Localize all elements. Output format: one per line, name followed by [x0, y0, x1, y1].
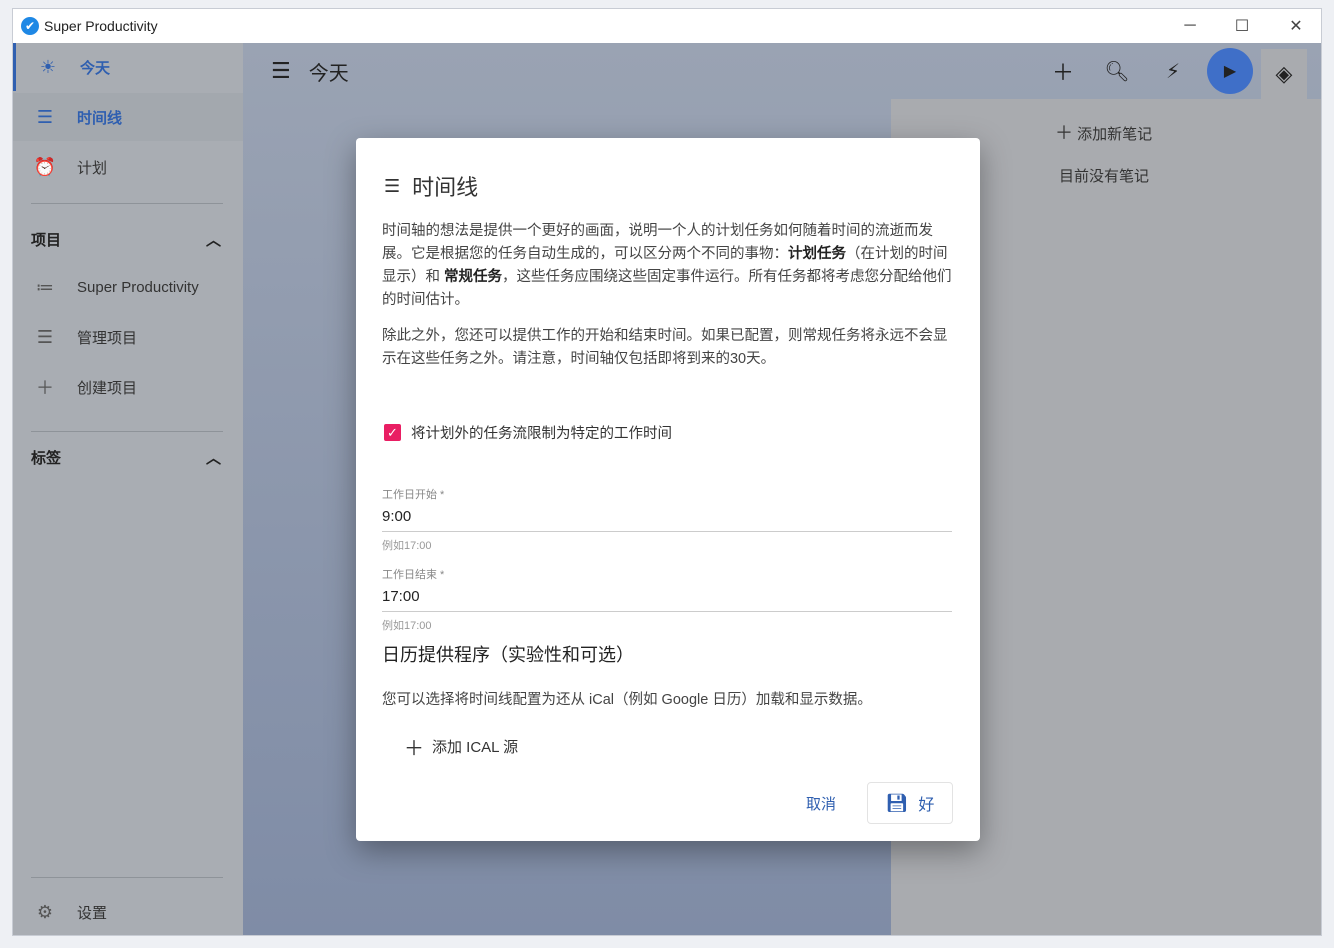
manage-list-icon: ☰ [33, 327, 57, 348]
timeline-icon: ☰ [33, 107, 57, 128]
divider [31, 431, 223, 432]
maximize-button[interactable]: ☐ [1215, 9, 1269, 43]
add-note-button[interactable]: ＋ 添加新笔记 [1055, 119, 1152, 145]
window-title: Super Productivity [44, 18, 158, 34]
header: ☰ 今天 ＋ 🔍︎ ⚡︎ ▶ ◈ [243, 43, 1321, 99]
sun-icon: ☀ [36, 57, 60, 78]
timeline-icon: ☰ [384, 176, 400, 197]
calendar-section-title: 日历提供程序（实验性和可选） [382, 641, 634, 667]
projects-section-header[interactable]: 项目︿ [31, 229, 221, 250]
timeline-dialog: ☰时间线 时间轴的想法是提供一个更好的画面，说明一个人的计划任务如何随着时间的流… [356, 138, 980, 841]
work-end-field[interactable]: 工作日结束 * 17:00 例如17:00 [382, 566, 952, 633]
sidebar-create-project[interactable]: ＋创建项目 [13, 363, 243, 411]
gear-icon: ⚙ [33, 902, 57, 923]
notes-empty-text: 目前没有笔记 [1059, 165, 1149, 186]
divider [31, 877, 223, 878]
plus-icon: ＋ [404, 732, 424, 761]
notes-toggle-icon[interactable]: ◈ [1261, 49, 1307, 99]
work-start-input[interactable]: 9:00 [382, 508, 952, 532]
sidebar: ☀今天 ☰时间线 ⏰计划 项目︿ ≔Super Productivity ☰管理… [13, 43, 243, 935]
app-window: ✔ Super Productivity ─ ☐ ✕ ☀今天 ☰时间线 ⏰计划 … [12, 8, 1322, 936]
limit-work-hours-checkbox[interactable]: ✓ 将计划外的任务流限制为特定的工作时间 [384, 422, 672, 443]
dialog-description: 时间轴的想法是提供一个更好的画面，说明一个人的计划任务如何随着时间的流逝而发展。… [382, 220, 954, 312]
close-button[interactable]: ✕ [1269, 9, 1323, 43]
dialog-title: ☰时间线 [384, 170, 478, 202]
list-icon: ≔ [33, 277, 57, 298]
add-ical-button[interactable]: ＋添加 ICAL 源 [404, 732, 518, 761]
calendar-description: 您可以选择将时间线配置为还从 iCal（例如 Google 日历）加载和显示数据… [382, 688, 872, 709]
divider [31, 203, 223, 204]
save-icon: 💾︎ [886, 793, 909, 814]
plus-icon: ＋ [33, 374, 57, 400]
work-start-field[interactable]: 工作日开始 * 9:00 例如17:00 [382, 486, 952, 553]
add-task-button[interactable]: ＋ [1043, 51, 1083, 91]
ok-button[interactable]: 💾︎好 [867, 782, 953, 824]
dialog-description-2: 除此之外，您还可以提供工作的开始和结束时间。如果已配置，则常规任务将永远不会显示… [382, 325, 954, 371]
chevron-up-icon[interactable]: ︿ [206, 447, 221, 468]
menu-icon[interactable]: ☰ [271, 58, 291, 84]
play-button[interactable]: ▶ [1207, 48, 1253, 94]
work-end-input[interactable]: 17:00 [382, 588, 952, 612]
checkbox-checked-icon[interactable]: ✓ [384, 424, 401, 441]
sidebar-project-super-productivity[interactable]: ≔Super Productivity [13, 263, 243, 311]
title-bar: ✔ Super Productivity ─ ☐ ✕ [13, 9, 1321, 43]
sidebar-item-schedule[interactable]: ⏰计划 [13, 143, 243, 191]
flash-icon[interactable]: ⚡︎ [1153, 51, 1193, 91]
cancel-button[interactable]: 取消 [806, 793, 836, 814]
sidebar-manage-projects[interactable]: ☰管理项目 [13, 313, 243, 361]
page-title: 今天 [309, 57, 349, 86]
tags-section-header[interactable]: 标签︿ [31, 447, 221, 468]
sidebar-item-timeline[interactable]: ☰时间线 [13, 93, 243, 141]
chevron-up-icon[interactable]: ︿ [206, 229, 221, 250]
plus-icon: ＋ [1055, 123, 1073, 143]
sidebar-settings[interactable]: ⚙设置 [13, 888, 243, 936]
app-logo-icon: ✔ [21, 17, 39, 35]
alarm-icon: ⏰ [33, 157, 57, 178]
search-icon[interactable]: 🔍︎ [1097, 51, 1137, 91]
sidebar-item-today[interactable]: ☀今天 [13, 43, 243, 91]
minimize-button[interactable]: ─ [1163, 9, 1217, 43]
